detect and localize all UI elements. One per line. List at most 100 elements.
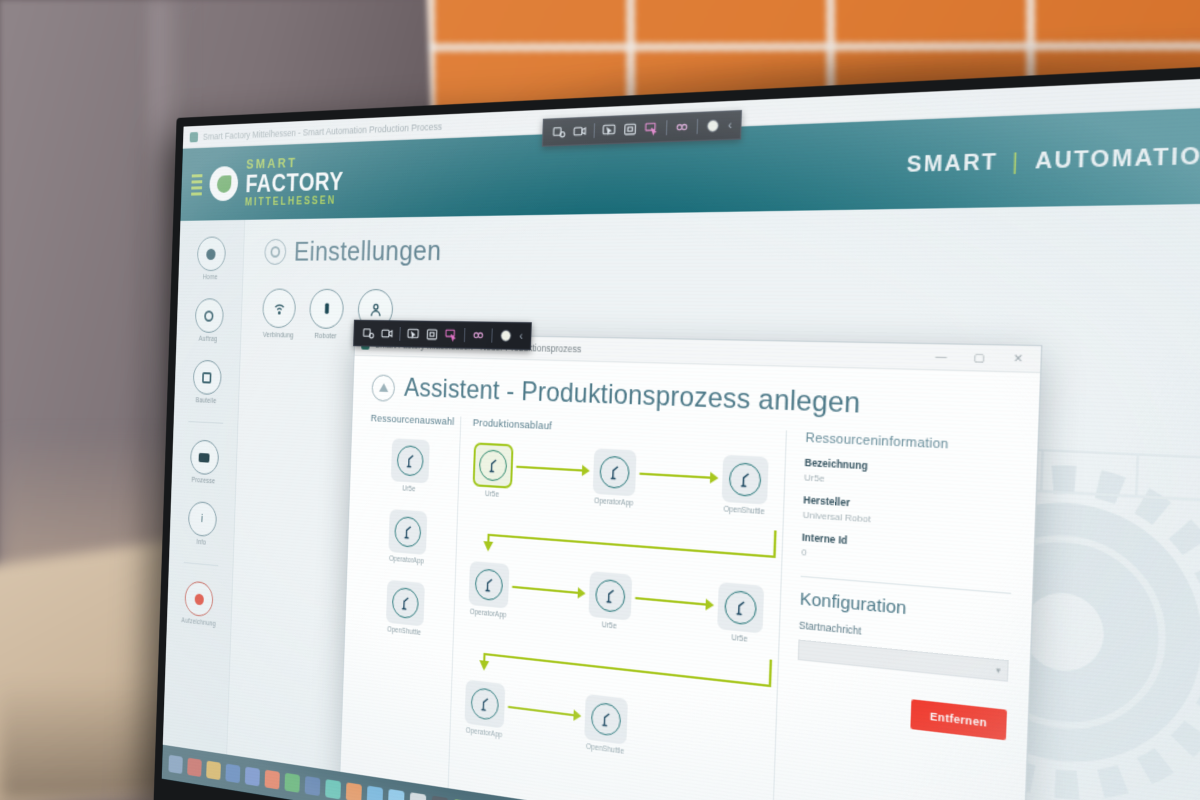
monitor-perspective-wrap: Smart Factory Mittelhessen - Smart Autom…	[0, 0, 1200, 800]
sidebar-item-prozesse[interactable]: Prozesse	[189, 439, 219, 485]
resource-info-heading: Ressourceninformation	[805, 431, 1016, 455]
sidebar-item-label: Auftrag	[199, 336, 218, 343]
dialog-content: Ressourcenauswahl Ur5e OperatorApp OpenS…	[338, 408, 1038, 800]
outlook-icon[interactable]	[388, 788, 405, 800]
flow-row: Ur5e OperatorApp OpenShuttle	[470, 442, 771, 517]
stop-share-icon[interactable]	[424, 326, 441, 344]
minimize-button[interactable]: —	[922, 343, 961, 370]
word-icon[interactable]	[305, 775, 321, 795]
robot-arm-icon	[473, 442, 514, 488]
robot-arm-icon	[588, 571, 632, 621]
close-button[interactable]: ✕	[998, 345, 1038, 373]
wizard-dialog: Smart Factory Mittelhessen - Neuer Produ…	[335, 332, 1042, 800]
explorer-icon[interactable]	[225, 763, 240, 783]
flow-node-ur5e-selected[interactable]: Ur5e	[470, 442, 515, 500]
flow-arrow	[633, 575, 717, 629]
tile-roboter[interactable]: Roboter	[309, 289, 345, 341]
sidebar-item-bauteile[interactable]: Bauteile	[192, 360, 222, 406]
flow-node-label: Ur5e	[731, 634, 747, 644]
sidebar-item-label: Bauteile	[195, 397, 216, 405]
status-ok-icon[interactable]	[703, 116, 723, 136]
order-icon	[194, 298, 223, 333]
flow-node-operatorapp[interactable]: OperatorApp	[466, 561, 511, 620]
cursor-share-icon[interactable]	[600, 121, 619, 140]
flow-arrow	[506, 684, 584, 739]
powerpoint-icon[interactable]	[367, 785, 383, 800]
visualstudio-icon[interactable]	[325, 779, 341, 799]
stop-share-icon[interactable]	[621, 120, 640, 139]
flow-node-openshuttle[interactable]: OpenShuttle	[719, 455, 771, 517]
info-icon: i	[187, 501, 216, 538]
tagline-separator: |	[1012, 148, 1021, 175]
palette-item-operatorapp[interactable]: OperatorApp	[386, 509, 429, 566]
collapse-toolbar-icon[interactable]: ‹	[517, 329, 523, 342]
wizard-icon	[371, 374, 395, 402]
resource-palette-list: Ur5e OperatorApp OpenShuttle	[363, 437, 451, 640]
flow-rows: Ur5e OperatorApp OpenShuttle OperatorApp…	[462, 442, 771, 774]
tile-verbindung[interactable]: Verbindung	[262, 289, 297, 340]
flow-node-operatorapp[interactable]: OperatorApp	[590, 448, 639, 508]
resource-palette-column: Ressourcenauswahl Ur5e OperatorApp OpenS…	[356, 413, 461, 800]
windows-start-icon[interactable]	[168, 754, 182, 773]
remove-button[interactable]: Entfernen	[911, 699, 1007, 740]
robot-arm-icon	[593, 448, 637, 496]
production-flow-column: Produktionsablauf Ur5e OperatorApp OpenS…	[446, 417, 787, 800]
settings-share-icon[interactable]	[550, 123, 568, 142]
screen-share-toolbar-dialog[interactable]: ‹	[353, 320, 531, 350]
flow-node-ur5e[interactable]: Ur5e	[586, 571, 634, 632]
tile-label: Verbindung	[263, 332, 294, 340]
toolbar-divider	[666, 120, 668, 135]
sidebar-item-info[interactable]: i Info	[187, 501, 217, 548]
maximize-button[interactable]: ▢	[960, 344, 999, 371]
sidebar-item-label: Home	[203, 274, 218, 281]
teams-icon[interactable]	[245, 766, 260, 786]
palette-item-openshuttle[interactable]: OpenShuttle	[383, 580, 426, 638]
presenter-icon[interactable]	[642, 119, 661, 138]
brand-logo: SMART FACTORY MITTELHESSEN	[191, 154, 345, 210]
flow-node-label: OperatorApp	[469, 608, 506, 619]
mail-icon[interactable]	[206, 760, 221, 780]
terminal-icon[interactable]	[431, 795, 448, 800]
settings-share-icon[interactable]	[361, 325, 377, 342]
browser-icon[interactable]	[187, 757, 202, 776]
page-title: Einstellungen	[264, 223, 1200, 268]
skype-icon[interactable]	[346, 782, 362, 800]
excel-icon[interactable]	[284, 772, 300, 792]
sidebar-divider	[183, 562, 218, 566]
sidebar-divider	[188, 421, 223, 424]
gear-settings-icon	[264, 239, 286, 265]
palette-item-label: OperatorApp	[389, 555, 424, 566]
flow-arrow	[637, 451, 721, 502]
presenter-icon[interactable]	[443, 326, 460, 344]
flow-node-ur5e[interactable]: Ur5e	[714, 582, 766, 646]
app-icon	[190, 132, 199, 142]
sidebar-item-home[interactable]: Home	[196, 236, 226, 281]
contacts-icon[interactable]	[410, 792, 427, 800]
wifi-icon	[262, 289, 296, 329]
camera-icon[interactable]	[571, 122, 589, 141]
camera-icon[interactable]	[379, 325, 395, 342]
brand-line-2: FACTORY	[245, 170, 344, 197]
flow-node-label: Ur5e	[485, 490, 499, 499]
mask-icon[interactable]	[470, 326, 487, 344]
record-icon	[185, 580, 214, 617]
home-icon	[196, 236, 225, 271]
toolbar-divider	[697, 119, 699, 134]
status-ok-icon[interactable]	[497, 327, 514, 345]
resource-info-column: Ressourceninformation Bezeichnung Ur5e H…	[770, 430, 1017, 800]
process-icon	[189, 439, 218, 475]
collapse-toolbar-icon[interactable]: ‹	[725, 118, 732, 132]
mask-icon[interactable]	[672, 117, 691, 136]
sidebar-item-aufzeichnung[interactable]: Aufzeichnung	[181, 580, 217, 628]
flow-node-operatorapp[interactable]: OperatorApp	[462, 679, 507, 740]
palette-item-ur5e[interactable]: Ur5e	[388, 438, 431, 494]
robot-arm-icon	[584, 694, 628, 745]
toolbar-divider	[594, 123, 596, 138]
robot-icon	[309, 289, 344, 329]
firefox-icon[interactable]	[265, 769, 280, 789]
cursor-share-icon[interactable]	[405, 325, 422, 343]
sidebar-item-auftrag[interactable]: Auftrag	[194, 298, 224, 343]
palette-item-label: Ur5e	[402, 485, 415, 493]
flow-node-openshuttle[interactable]: OpenShuttle	[582, 694, 630, 757]
tagline-word-1: SMART	[906, 149, 998, 178]
